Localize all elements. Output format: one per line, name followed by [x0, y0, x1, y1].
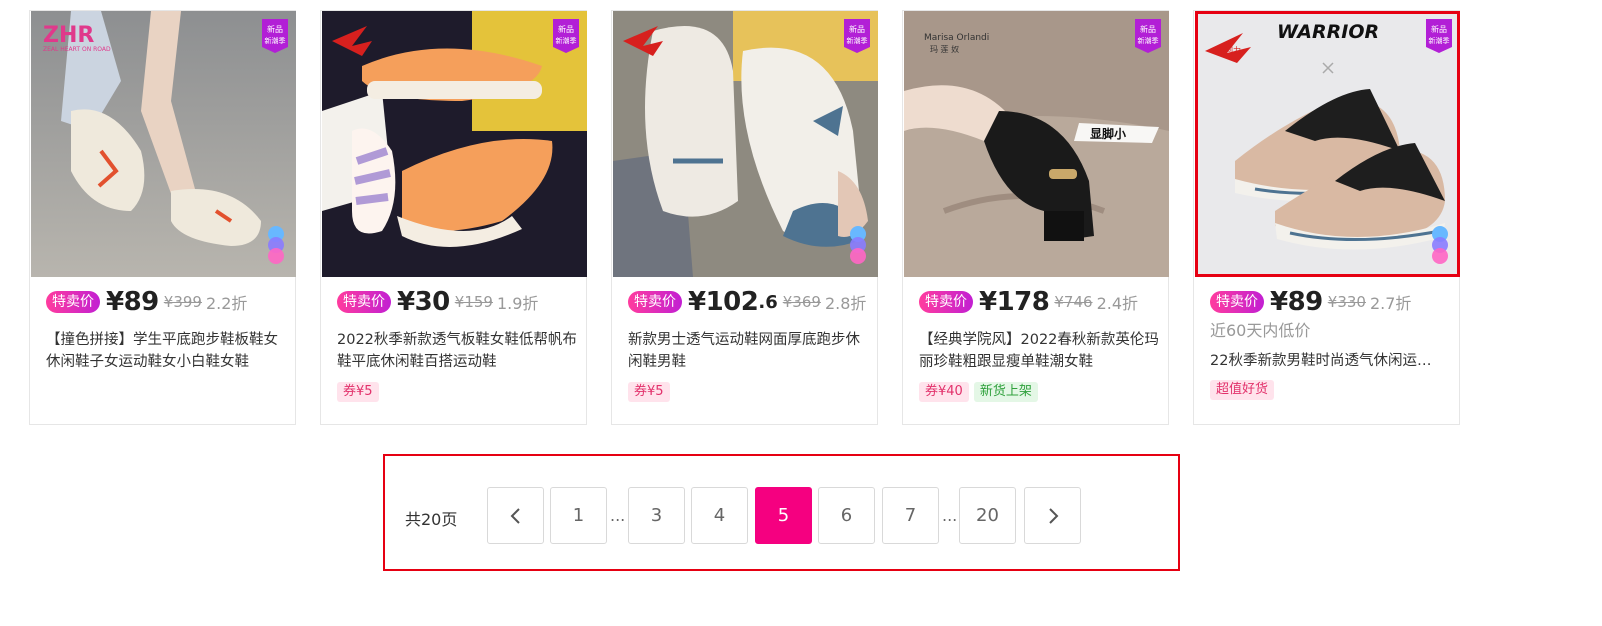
total-pages-label: 共20页 [405, 510, 458, 529]
chevron-right-icon [1048, 507, 1058, 524]
product-card[interactable]: 新品新潮季 特卖价 ¥30 ¥159 1.9折 2022秋季新款透气板鞋女鞋低帮… [320, 10, 587, 425]
sale-price-tag: 特卖价 [628, 291, 682, 313]
product-image[interactable]: 新品 新潮季 [613, 11, 878, 277]
page-button-7[interactable]: 7 [882, 487, 939, 544]
color-options-icon [850, 226, 866, 264]
discount: 2.2折 [205, 294, 248, 313]
svg-text:新潮季: 新潮季 [1429, 36, 1450, 45]
discount: 1.9折 [496, 294, 539, 313]
coupon-tags: 券¥5 [628, 382, 670, 402]
discount: 2.8折 [824, 294, 867, 313]
chevron-left-icon [510, 507, 520, 524]
sale-price-tag: 特卖价 [1210, 291, 1264, 313]
product-card[interactable]: 新品新潮季 特卖价 ¥102.6 ¥369 2.8折 新款男士透气运动鞋网面厚底… [611, 10, 878, 425]
page-button-6[interactable]: 6 [818, 487, 875, 544]
next-page-button[interactable] [1024, 487, 1081, 544]
page-button-1[interactable]: 1 [550, 487, 607, 544]
product-card[interactable]: ZHR ZEAL HEART ON ROAD 新品新潮季 特卖价 ¥89 ¥39… [29, 10, 296, 425]
discount: 2.4折 [1096, 294, 1139, 313]
color-options-icon [268, 226, 284, 264]
coupon-tag[interactable]: 券¥5 [628, 382, 670, 402]
sale-price-tag: 特卖价 [337, 291, 391, 313]
discount: 2.7折 [1369, 294, 1412, 313]
svg-text:新品: 新品 [1140, 24, 1156, 34]
svg-text:新潮季: 新潮季 [265, 36, 286, 45]
value-tag[interactable]: 超值好货 [1210, 380, 1275, 400]
price-cents: .6 [758, 291, 778, 313]
pagination: 共20页 1 ... 3 4 5 6 7 ... 20 [383, 454, 1180, 571]
product-title[interactable]: 2022秋季新款透气板鞋女鞋低帮帆布鞋平底休闲鞋百搭运动鞋 [337, 329, 577, 373]
price: ¥178 [979, 287, 1050, 317]
original-price: ¥330 [1327, 293, 1366, 311]
new-arrival-tag[interactable]: 新货上架 [973, 382, 1038, 402]
new-season-badge-icon: 新品新潮季 [1426, 19, 1452, 53]
product-image[interactable]: WARRIOR 回力 新品新潮季 [1195, 11, 1460, 277]
svg-text:新潮季: 新潮季 [847, 36, 868, 45]
coupon-tags: 券¥40 新货上架 [919, 382, 1038, 402]
brand-logo: Marisa Orlandi [924, 33, 990, 43]
brand-tagline: 玛 莲 奴 [930, 45, 960, 54]
product-card[interactable]: Marisa Orlandi 玛 莲 奴 显脚小 新品新潮季 特卖价 ¥178 … [902, 10, 1169, 425]
page-button-3[interactable]: 3 [628, 487, 685, 544]
original-price: ¥746 [1054, 293, 1093, 311]
product-title[interactable]: 新款男士透气运动鞋网面厚底跑步休闲鞋男鞋 [628, 329, 868, 373]
coupon-tags: 超值好货 [1210, 380, 1275, 400]
original-price: ¥159 [454, 293, 493, 311]
page-button-20[interactable]: 20 [959, 487, 1016, 544]
svg-text:新品: 新品 [1431, 24, 1447, 34]
price: ¥89 [1270, 287, 1323, 317]
product-title[interactable]: 【经典学院风】2022春秋新款英伦玛丽珍鞋粗跟显瘦单鞋潮女鞋 [919, 329, 1159, 373]
product-card[interactable]: WARRIOR 回力 新品新潮季 特卖价 ¥89 ¥330 2.7折 近60天内… [1193, 10, 1460, 425]
price-row: 特卖价 ¥102.6 ¥369 2.8折 [628, 287, 866, 317]
low-price-note: 近60天内低价 [1210, 321, 1311, 340]
brand-logo: ZHR [43, 23, 95, 48]
svg-text:新潮季: 新潮季 [556, 36, 577, 45]
svg-text:新品: 新品 [558, 24, 574, 34]
brand-logo: WARRIOR [1277, 21, 1380, 43]
svg-text:新品: 新品 [849, 24, 865, 34]
pagination-ellipsis: ... [942, 506, 958, 525]
sale-price-tag: 特卖价 [919, 291, 973, 313]
svg-text:新品: 新品 [267, 24, 283, 34]
prev-page-button[interactable] [487, 487, 544, 544]
brand-tagline: ZEAL HEART ON ROAD [43, 46, 111, 53]
color-options-icon [1432, 226, 1448, 264]
page-button-5-current[interactable]: 5 [755, 487, 812, 544]
product-image[interactable]: ZHR ZEAL HEART ON ROAD 新品新潮季 [31, 11, 296, 277]
new-season-badge-icon: 新品新潮季 [262, 19, 288, 53]
coupon-tag[interactable]: 券¥40 [919, 382, 969, 402]
original-price: ¥399 [163, 293, 202, 311]
pagination-ellipsis: ... [610, 506, 626, 525]
price-row: 特卖价 ¥89 ¥399 2.2折 [46, 287, 247, 317]
product-image[interactable]: Marisa Orlandi 玛 莲 奴 显脚小 新品新潮季 [904, 11, 1169, 277]
product-title[interactable]: 【撞色拼接】学生平底跑步鞋板鞋女休闲鞋子女运动鞋女小白鞋女鞋 [46, 329, 286, 373]
new-season-badge-icon: 新品新潮季 [1135, 19, 1161, 53]
svg-text:新潮季: 新潮季 [1138, 36, 1159, 45]
product-title[interactable]: 22秋季新款男鞋时尚透气休闲运动鞋 [1210, 350, 1440, 372]
price-row: 特卖价 ¥30 ¥159 1.9折 [337, 287, 538, 317]
price: ¥102 [688, 287, 759, 317]
product-image[interactable]: 新品 新潮季 [322, 11, 587, 277]
price-row: 特卖价 ¥89 ¥330 2.7折 [1210, 287, 1411, 317]
coupon-tag[interactable]: 券¥5 [337, 382, 379, 402]
image-caption: 显脚小 [1090, 127, 1127, 141]
new-season-badge-icon: 新品新潮季 [844, 19, 870, 53]
original-price: ¥369 [782, 293, 821, 311]
price: ¥30 [397, 287, 450, 317]
coupon-tags: 券¥5 [337, 382, 379, 402]
new-season-badge-icon: 新品新潮季 [553, 19, 579, 53]
sale-price-tag: 特卖价 [46, 291, 100, 313]
price: ¥89 [106, 287, 159, 317]
page-button-4[interactable]: 4 [691, 487, 748, 544]
price-row: 特卖价 ¥178 ¥746 2.4折 [919, 287, 1138, 317]
brand-tagline: 回力 [1225, 46, 1241, 55]
